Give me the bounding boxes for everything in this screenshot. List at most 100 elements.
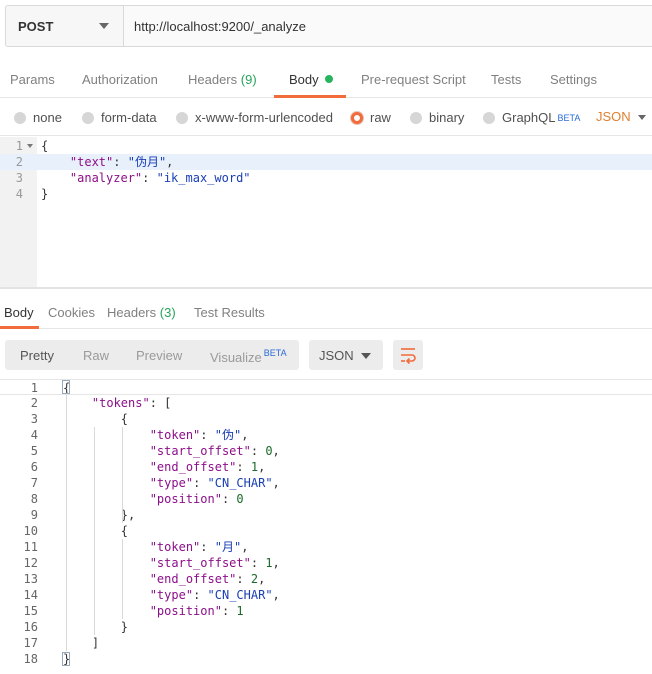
response-line: 6 "end_offset": 1, [0,459,652,475]
code-token: : [250,556,266,570]
raw-format-select[interactable]: JSON [596,109,631,124]
body-type-selector: none form-data x-www-form-urlencoded raw… [0,99,652,136]
radio-graphql[interactable]: GraphQL BETA [483,110,580,125]
code-token: : [142,171,157,185]
response-body-viewer[interactable]: 1{2 "tokens": [3 {4 "token": "伪", 5 "star… [0,379,652,674]
tab-body[interactable]: Body [289,72,333,87]
code-line: "start_offset": 0, [63,443,280,459]
tab-response-body[interactable]: Body [4,305,34,320]
response-line: 16 } [0,619,652,635]
line-number: 15 [23,604,38,618]
code-token: ] [63,636,100,650]
radio-circle-icon [483,111,495,124]
code-token: : [200,428,215,442]
code-token: "start_offset" [149,444,251,458]
response-format-select[interactable]: JSON [309,340,383,370]
line-number: 5 [30,444,38,458]
response-line: 18} [0,651,652,667]
code-token: } [63,620,129,634]
code-token: 2 [250,572,259,586]
line-number: 7 [30,476,38,490]
code-token: , [272,588,280,602]
radio-circle-icon [82,111,94,124]
tab-authorization[interactable]: Authorization [82,72,158,87]
code-line: "analyzer": "ik_max_word" [41,170,251,186]
code-token: 1 [265,556,273,570]
tab-params[interactable]: Params [10,72,55,87]
tab-tests[interactable]: Tests [491,72,521,87]
response-line: 8 "position": 0 [0,491,652,507]
request-body-editor[interactable]: 1{2 "text": "伪月", 3 "analyzer": "ik_max_w… [0,137,652,287]
code-line: "type": "CN_CHAR", [63,475,280,491]
code-token: { [63,524,129,538]
line-number: 16 [23,620,38,634]
code-token: "text" [69,155,114,169]
code-token: "月" [214,540,242,554]
tab-headers[interactable]: Headers (9) [188,72,257,87]
code-token: "tokens" [91,396,150,410]
beta-badge: BETA [557,112,581,123]
chevron-down-icon[interactable] [638,115,646,120]
line-number: 2 [30,396,38,410]
tab-pre-request-script[interactable]: Pre-request Script [361,72,466,87]
code-line: } [41,186,48,202]
active-tab-indicator [274,95,346,98]
url-text: http://localhost:9200/_analyze [134,18,307,34]
radio-form-data[interactable]: form-data [82,110,157,125]
code-token: }, [63,508,136,522]
response-line: 17 ] [0,635,652,651]
method-select[interactable]: POST [6,6,124,46]
code-line: { [63,523,128,539]
code-line: ] [63,635,99,651]
code-token: , [258,460,266,474]
indent-guide [122,539,123,619]
code-token: , [258,572,266,586]
radio-raw[interactable]: raw [351,110,391,125]
editor-line[interactable]: 1{ [0,138,652,154]
radio-checked-icon [351,111,363,124]
code-token: : [250,444,266,458]
radio-x-www-form-urlencoded[interactable]: x-www-form-urlencoded [176,110,333,125]
code-token: "CN_CHAR" [207,476,273,490]
radio-binary[interactable]: binary [410,110,464,125]
editor-line[interactable]: 4} [0,186,652,202]
url-input[interactable]: http://localhost:9200/_analyze [124,6,652,46]
code-token: : [236,572,251,586]
tab-response-headers[interactable]: Headers (3) [107,305,176,320]
modified-dot-icon [324,75,333,83]
code-token: "ik_max_word" [156,171,251,185]
matching-brace-highlight [62,380,70,394]
response-line: 3 { [0,411,652,427]
code-token: : [193,588,208,602]
line-number: 8 [30,492,38,506]
tab-cookies[interactable]: Cookies [48,305,95,320]
code-token: "token" [149,428,201,442]
response-headers-count: (3) [159,305,176,320]
view-preview-button[interactable]: Preview [136,348,182,363]
code-token: 1 [236,604,244,618]
line-number: 10 [23,524,38,538]
radio-circle-icon [410,111,422,124]
editor-line[interactable]: 2 "text": "伪月", [0,154,652,170]
code-line: "start_offset": 1, [63,555,280,571]
fold-caret-icon[interactable] [27,144,33,148]
view-visualize-button[interactable]: Visualize BETA [210,348,287,365]
tab-test-results[interactable]: Test Results [194,305,265,320]
view-mode-group: Pretty Raw Preview Visualize BETA [5,340,299,370]
line-number: 18 [23,652,38,666]
response-line: 4 "token": "伪", [0,427,652,443]
view-pretty-button[interactable]: Pretty [20,348,54,363]
tab-settings[interactable]: Settings [550,72,597,87]
editor-line[interactable]: 3 "analyzer": "ik_max_word" [0,170,652,186]
view-raw-button[interactable]: Raw [83,348,109,363]
wrap-lines-button[interactable] [393,340,423,370]
response-line: 7 "type": "CN_CHAR", [0,475,652,491]
radio-none[interactable]: none [14,110,62,125]
